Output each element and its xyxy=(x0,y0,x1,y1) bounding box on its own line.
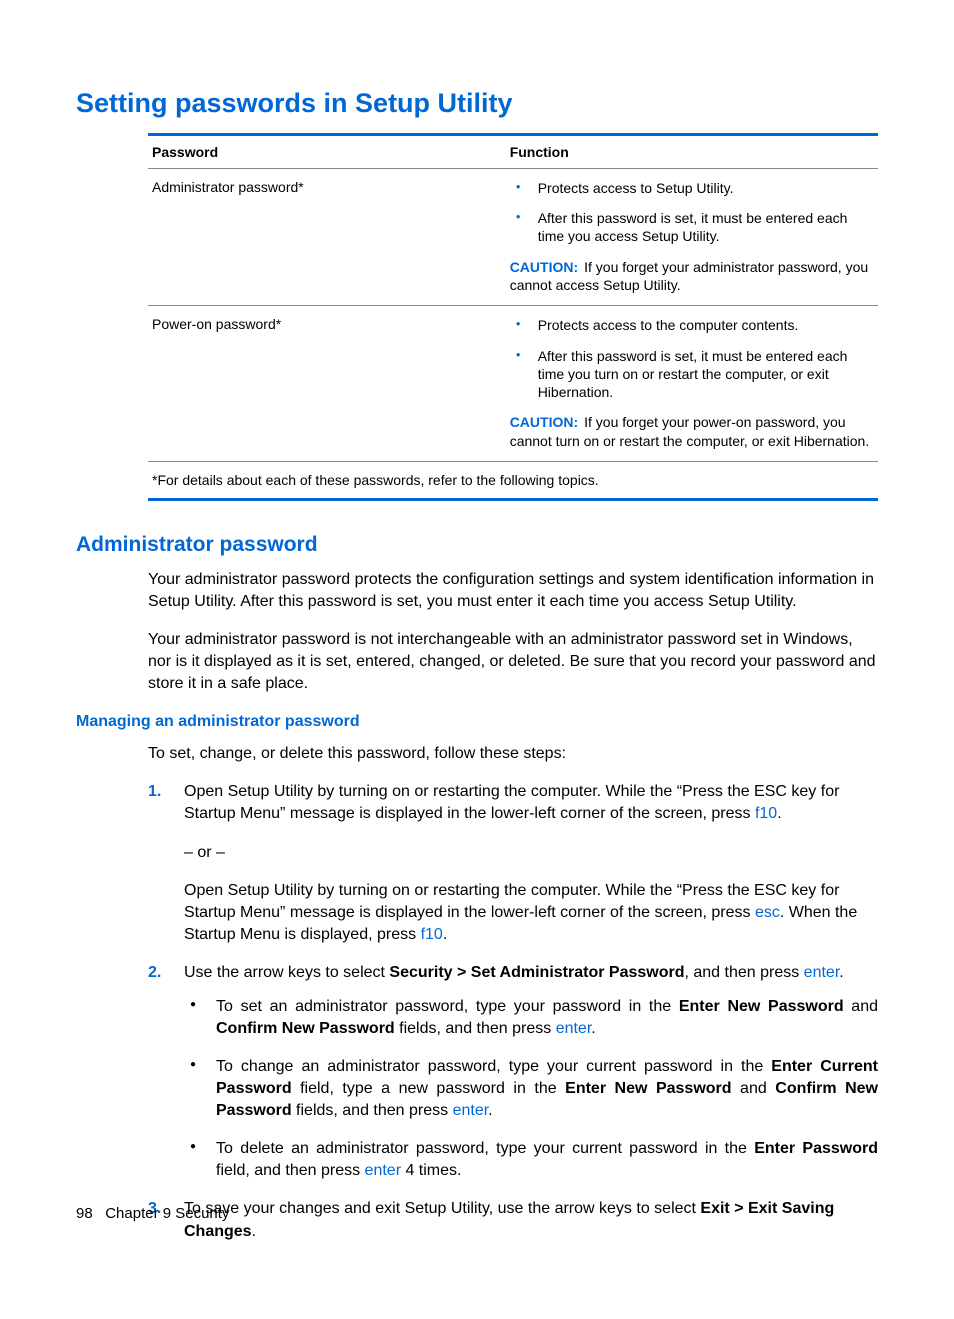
func-bullet: After this password is set, it must be e… xyxy=(510,347,874,402)
th-function: Function xyxy=(506,135,878,169)
key-enter: enter xyxy=(453,1102,489,1119)
heading-managing-admin-password: Managing an administrator password xyxy=(76,713,878,731)
caution-label: CAUTION: xyxy=(510,259,578,275)
func-bullet: Protects access to Setup Utility. xyxy=(510,179,874,197)
page-number: 98 xyxy=(76,1205,93,1222)
func-bullet: After this password is set, it must be e… xyxy=(510,209,874,245)
caution-label: CAUTION: xyxy=(510,414,578,430)
th-password: Password xyxy=(148,135,506,169)
key-f10: f10 xyxy=(755,805,777,822)
step-2: Use the arrow keys to select Security > … xyxy=(148,962,878,1183)
admin-paragraph-1: Your administrator password protects the… xyxy=(148,569,878,613)
step3-text-post: . xyxy=(252,1223,256,1240)
steps-list: Open Setup Utility by turning on or rest… xyxy=(148,781,878,1242)
password-table: Password Function Administrator password… xyxy=(148,133,878,501)
step2-text-post: . xyxy=(839,964,843,981)
table-row: Power-on password* Protects access to th… xyxy=(148,306,878,462)
chapter-label: Chapter 9 Security xyxy=(105,1205,229,1222)
caution-block: CAUTION:If you forget your administrator… xyxy=(510,258,874,296)
heading-admin-password: Administrator password xyxy=(76,533,878,557)
step-3: To save your changes and exit Setup Util… xyxy=(148,1198,878,1242)
step2-menu-path: Security > Set Administrator Password xyxy=(389,964,684,981)
table-footer-text: *For details about each of these passwor… xyxy=(148,461,878,499)
key-esc: esc xyxy=(755,904,780,921)
caution-block: CAUTION:If you forget your power-on pass… xyxy=(510,413,874,451)
step2-sub-delete: To delete an administrator password, typ… xyxy=(184,1138,878,1182)
step2-sub-change: To change an administrator password, typ… xyxy=(184,1056,878,1122)
heading-setting-passwords: Setting passwords in Setup Utility xyxy=(76,88,878,119)
step1-text-b-pre: Open Setup Utility by turning on or rest… xyxy=(184,882,839,921)
step1-text-a-pre: Open Setup Utility by turning on or rest… xyxy=(184,783,839,822)
cell-password-name: Administrator password* xyxy=(148,169,506,306)
cell-password-function: Protects access to the computer contents… xyxy=(506,306,878,462)
cell-password-name: Power-on password* xyxy=(148,306,506,462)
func-bullet: Protects access to the computer contents… xyxy=(510,316,874,334)
step2-text-mid: , and then press xyxy=(684,964,803,981)
key-enter: enter xyxy=(804,964,840,981)
key-enter: enter xyxy=(365,1162,401,1179)
step2-sublist: To set an administrator password, type y… xyxy=(184,996,878,1183)
cell-password-function: Protects access to Setup Utility. After … xyxy=(506,169,878,306)
admin-paragraph-2: Your administrator password is not inter… xyxy=(148,629,878,695)
step2-sub-set: To set an administrator password, type y… xyxy=(184,996,878,1040)
key-enter: enter xyxy=(556,1020,592,1037)
table-footer-row: *For details about each of these passwor… xyxy=(148,461,878,499)
step1-text-a-post: . xyxy=(777,805,781,822)
step-1: Open Setup Utility by turning on or rest… xyxy=(148,781,878,945)
key-f10: f10 xyxy=(421,926,443,943)
step1-or: – or – xyxy=(184,842,878,864)
table-row: Administrator password* Protects access … xyxy=(148,169,878,306)
step2-text-pre: Use the arrow keys to select xyxy=(184,964,389,981)
page-footer: 98 Chapter 9 Security xyxy=(76,1205,229,1222)
managing-intro: To set, change, or delete this password,… xyxy=(148,743,878,765)
step3-text-pre: To save your changes and exit Setup Util… xyxy=(184,1200,700,1217)
step1-text-b-post: . xyxy=(443,926,447,943)
